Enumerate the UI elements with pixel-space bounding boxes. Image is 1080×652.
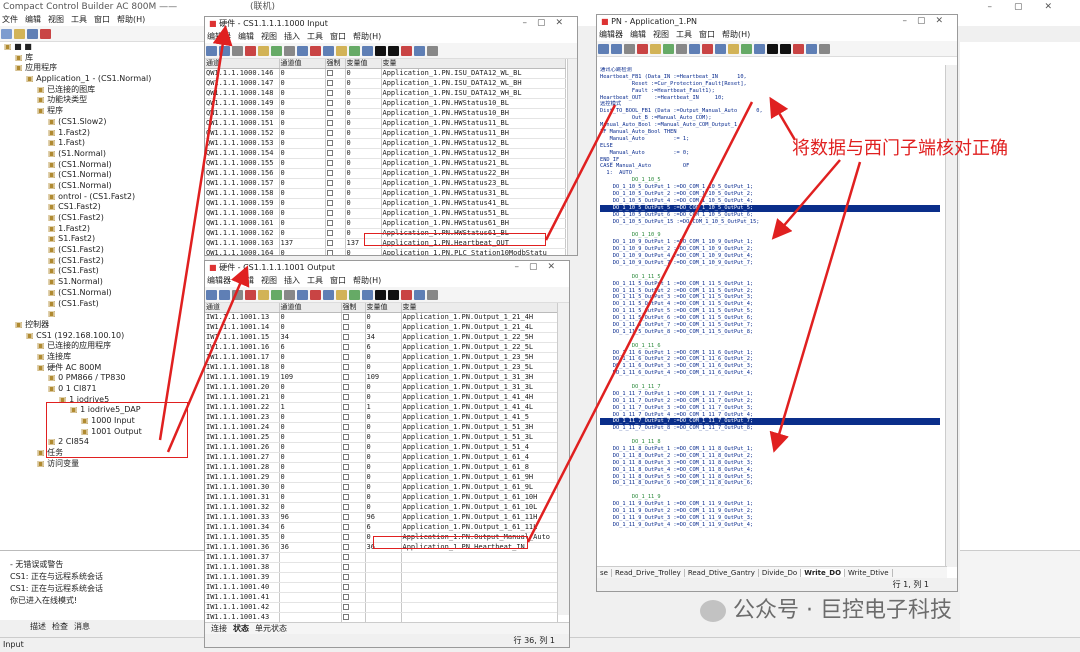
arrow-to-output-window [166,265,250,453]
wechat-icon [700,600,726,622]
arrow-heartbeat-in [526,101,754,543]
watermark: 公众号 · 巨控电子科技 [700,592,952,624]
arrow-annot-3 [769,161,862,453]
arrow-to-input-window [158,25,233,441]
arrow-annot-2 [771,159,841,240]
arrow-heartbeat-out [544,104,617,241]
watermark-text: 公众号 · 巨控电子科技 [733,598,952,623]
annotation-arrows [158,25,862,543]
annotation-text: 将数据与西门子端核对正确 [792,138,1008,159]
